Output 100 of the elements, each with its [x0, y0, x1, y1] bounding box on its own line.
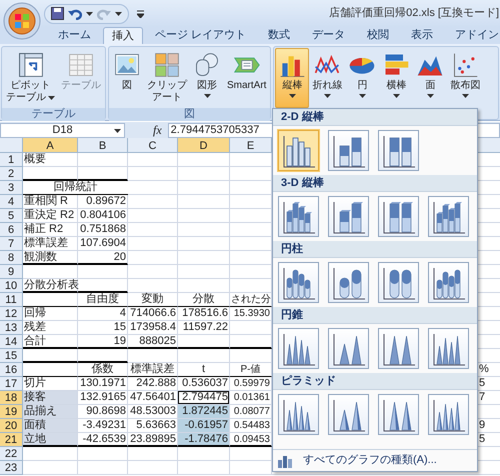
ribbon-tab[interactable]: データ [302, 27, 356, 44]
table-cell [178, 167, 230, 181]
table-cell: 品揃え [23, 405, 78, 419]
row-header[interactable]: 19 [0, 405, 23, 419]
chart-type-option[interactable] [428, 262, 469, 303]
chart-type-option[interactable] [378, 130, 419, 171]
row-header[interactable]: 17 [0, 377, 23, 391]
ribbon-button[interactable]: 図 [110, 48, 144, 108]
column-header[interactable]: A [23, 138, 78, 152]
ribbon-button[interactable]: クリップ アート [144, 48, 190, 108]
chart-type-option[interactable] [278, 130, 319, 171]
chart-type-option[interactable] [428, 394, 469, 435]
chart-type-option[interactable] [328, 328, 369, 369]
row-header[interactable]: 18 [0, 391, 23, 405]
row-header[interactable]: 4 [0, 195, 23, 209]
save-icon[interactable] [51, 7, 64, 20]
table-cell: 補正 R2 [23, 223, 78, 237]
ribbon-button[interactable]: 散布図 [447, 48, 484, 108]
row-header[interactable]: 16 [0, 363, 23, 377]
ribbon-button[interactable]: ピボット テーブル [3, 48, 58, 108]
table-cell: 4 [78, 307, 128, 321]
function-button[interactable]: fx [129, 121, 164, 139]
ribbon-button[interactable]: 折れ線 [309, 48, 346, 108]
ribbon-button[interactable]: 面 [413, 48, 448, 108]
table-cell: 残差 [23, 321, 78, 335]
chart-type-option[interactable] [428, 196, 469, 237]
table-cell: -3.49231 [78, 419, 128, 433]
chart-type-option[interactable] [378, 196, 419, 237]
column-chart-icon [277, 454, 293, 468]
row-header[interactable]: 15 [0, 349, 23, 363]
row-header[interactable]: 8 [0, 251, 23, 265]
ribbon-tab[interactable]: ホーム [48, 27, 101, 44]
ribbon-tab[interactable]: アドイン [445, 27, 500, 44]
chart-type-option[interactable] [378, 262, 419, 303]
row-header[interactable]: 1 [0, 153, 23, 167]
column-header[interactable]: D [178, 138, 230, 152]
table-cell: 11597.22 [178, 321, 230, 335]
chart-type-option[interactable] [328, 130, 369, 171]
table-cell: 888025 [128, 335, 178, 349]
ribbon-tab[interactable]: 校閲 [357, 27, 400, 44]
customize-toolbar-icon[interactable] [137, 10, 144, 18]
ribbon-tab[interactable]: 表示 [401, 27, 444, 44]
row-header[interactable]: 21 [0, 433, 23, 447]
ribbon-button[interactable]: SmartArt [224, 48, 270, 108]
table-cell: 130.1971 [78, 377, 128, 391]
ribbon-tab[interactable]: 挿入 [103, 27, 143, 44]
chart-type-option[interactable] [378, 394, 419, 435]
chart-type-option[interactable] [378, 328, 419, 369]
table-cell [178, 251, 230, 265]
row-header[interactable]: 20 [0, 419, 23, 433]
row-header[interactable]: 6 [0, 223, 23, 237]
chart-type-option[interactable] [278, 196, 319, 237]
row-header[interactable]: 9 [0, 265, 23, 279]
table-cell [178, 265, 230, 279]
table-cell [178, 181, 230, 195]
row-header[interactable]: 5 [0, 209, 23, 223]
section-heading: 2-D 縦棒 [281, 110, 324, 125]
table-cell [23, 363, 78, 377]
row-header[interactable]: 14 [0, 335, 23, 349]
row-header[interactable]: 3 [0, 181, 23, 195]
chart-type-option[interactable] [328, 262, 369, 303]
table-cell: 15 [78, 321, 128, 335]
chart-type-option[interactable] [328, 394, 369, 435]
row-header[interactable]: 2 [0, 167, 23, 181]
section-heading: 円柱 [281, 242, 303, 257]
row-header[interactable]: 13 [0, 321, 23, 335]
table-cell: 242.888 [128, 377, 178, 391]
table-cell: 90.8698 [78, 405, 128, 419]
chart-type-option[interactable] [278, 394, 319, 435]
ribbon-button[interactable]: 縦棒 [275, 48, 310, 108]
ribbon-button[interactable]: 円 [345, 48, 380, 108]
table-cell [78, 265, 128, 279]
chart-type-option[interactable] [328, 196, 369, 237]
row-header[interactable]: 23 [0, 461, 23, 475]
table-cell: 標準誤差 [128, 363, 178, 377]
row-header[interactable]: 11 [0, 293, 23, 307]
table-cell: 重決定 R2 [23, 209, 78, 223]
row-header[interactable]: 10 [0, 279, 23, 293]
ribbon-button[interactable]: 図形 [190, 48, 224, 108]
row-header[interactable]: 12 [0, 307, 23, 321]
undo-icon[interactable] [68, 8, 82, 20]
table-cell [128, 251, 178, 265]
table-cell: 面積 [23, 419, 78, 433]
table-cell [128, 153, 178, 167]
chart-type-option[interactable] [428, 328, 469, 369]
all-chart-types-item[interactable]: すべてのグラフの種類(A)... [273, 450, 477, 472]
table-cell: 変動 [128, 293, 178, 307]
ribbon-button[interactable]: 横棒 [379, 48, 414, 108]
table-cell: 19 [78, 335, 128, 349]
ribbon-tab[interactable]: 数式 [258, 27, 300, 44]
ribbon-tab[interactable]: ページ レイアウト [145, 27, 256, 44]
table-cell [128, 447, 178, 461]
table-cell: 173958.4 [128, 321, 178, 335]
row-header[interactable]: 7 [0, 237, 23, 251]
row-header[interactable]: 22 [0, 447, 23, 461]
column-header[interactable]: B [78, 138, 128, 152]
table-cell [78, 279, 128, 293]
chart-type-option[interactable] [278, 262, 319, 303]
name-box[interactable]: D18 [0, 122, 125, 138]
chart-type-option[interactable] [278, 328, 319, 369]
